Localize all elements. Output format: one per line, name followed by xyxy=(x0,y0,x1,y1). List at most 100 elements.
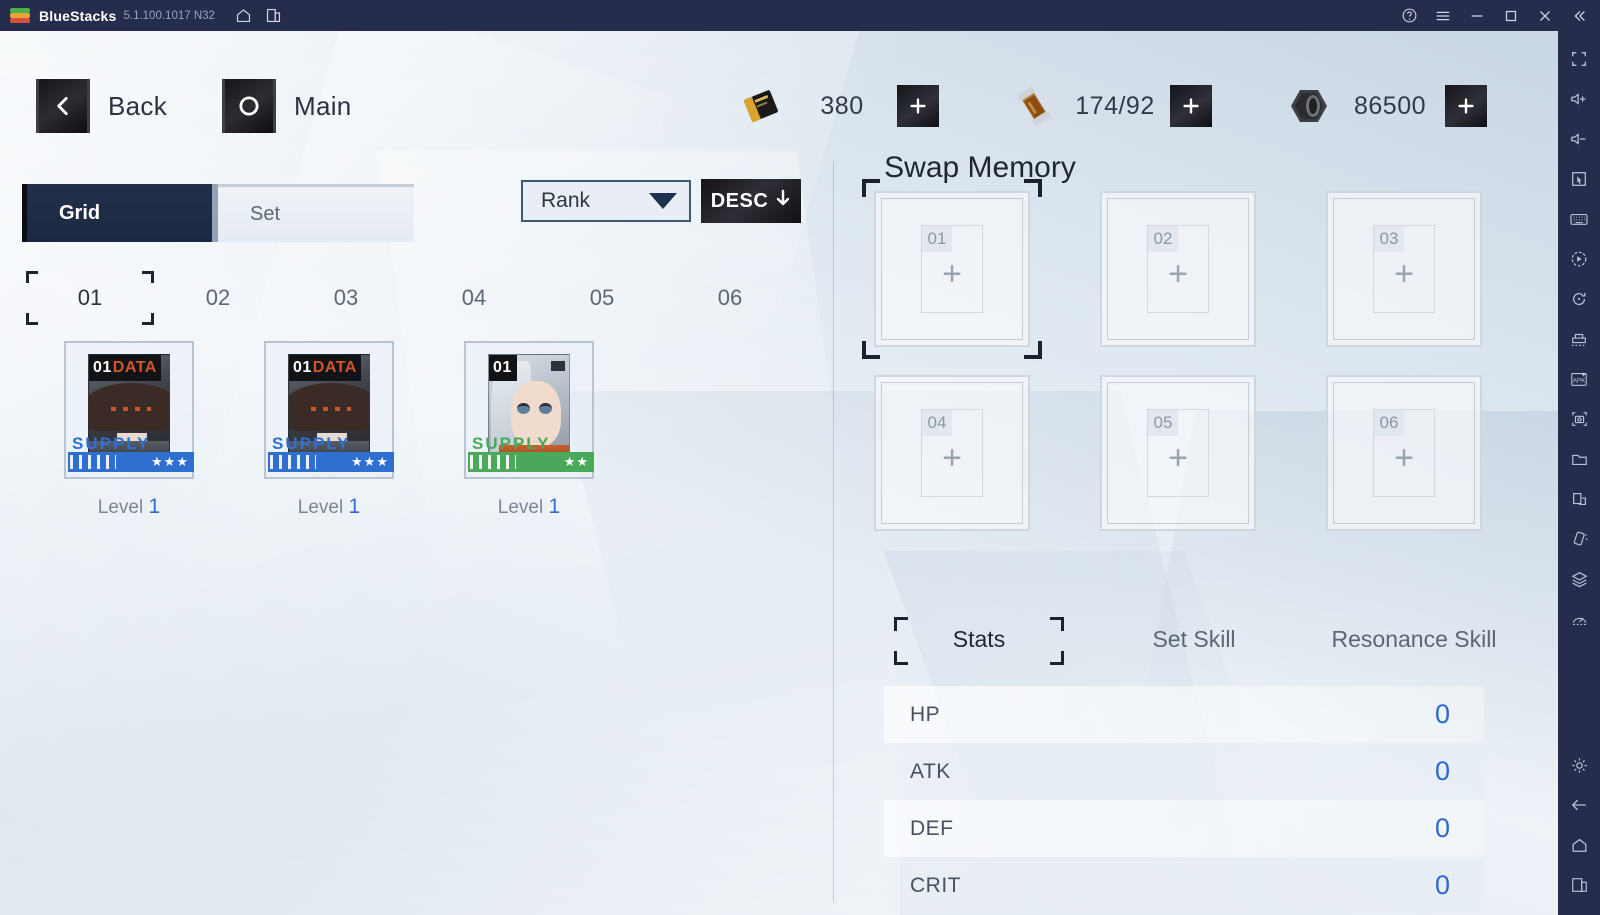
memory-card-rarity: SUPPLY ★★★ xyxy=(68,435,194,472)
settings-icon[interactable] xyxy=(1558,745,1600,785)
swap-slot-03-number: 03 xyxy=(1374,226,1404,252)
maximize-icon[interactable] xyxy=(1494,0,1528,31)
rarity-ticks xyxy=(70,455,116,469)
swap-slot-03[interactable]: 03 + xyxy=(1326,191,1482,347)
memory-card-badge-text: DATA xyxy=(312,359,357,376)
chevron-down-icon xyxy=(649,193,677,209)
swap-slot-02[interactable]: 02 + xyxy=(1100,191,1256,347)
multi-instance-manager-icon[interactable] xyxy=(1558,319,1600,359)
add-nut-button[interactable] xyxy=(1445,85,1487,127)
layers-icon[interactable] xyxy=(1558,559,1600,599)
memory-card-stars: ★★★ xyxy=(351,454,389,469)
copy-to-pc-icon[interactable] xyxy=(1558,479,1600,519)
bracket xyxy=(142,271,154,283)
page-title: Swap Memory xyxy=(884,151,1076,184)
close-icon[interactable] xyxy=(1528,0,1562,31)
tab-stats[interactable]: Stats xyxy=(884,611,1074,667)
swap-slot-04[interactable]: 04 + xyxy=(874,375,1030,531)
tab-set-skill[interactable]: Set Skill xyxy=(1104,611,1284,667)
help-icon[interactable] xyxy=(1392,0,1426,31)
slot-tab-01[interactable]: 01 xyxy=(26,271,154,325)
back-button[interactable]: Back xyxy=(36,79,167,133)
memory-card-level: Level 1 xyxy=(64,495,194,519)
android-recents-icon[interactable] xyxy=(1558,865,1600,905)
slot-number-tabs: 01 02 03 04 05 06 xyxy=(26,271,816,325)
swap-slot-card: 05 + xyxy=(1147,409,1209,497)
memory-card-badge-text: DATA xyxy=(112,359,157,376)
media-folder-icon[interactable] xyxy=(1558,439,1600,479)
app-window: BlueStacks 5.1.100.1017 N32 Back Main 38… xyxy=(0,0,1600,915)
app-name: BlueStacks xyxy=(39,7,117,24)
swap-slot-06-number: 06 xyxy=(1374,410,1404,436)
back-button-label: Back xyxy=(108,90,168,121)
plus-icon: + xyxy=(942,255,962,293)
plus-icon: + xyxy=(1168,255,1188,293)
tab-set[interactable]: Set xyxy=(218,184,414,242)
tab-set-label: Set xyxy=(250,203,281,225)
tab-grid[interactable]: Grid xyxy=(22,184,218,242)
multi-instance-icon[interactable] xyxy=(259,0,289,31)
volume-up-icon[interactable] xyxy=(1558,79,1600,119)
collapse-icon[interactable] xyxy=(1562,0,1596,31)
memory-card[interactable]: 01 SUPPLY ★★ Level 1 xyxy=(464,341,594,519)
slot-tab-05[interactable]: 05 xyxy=(538,271,666,325)
screenshot-icon[interactable] xyxy=(1558,399,1600,439)
art-shape xyxy=(517,403,530,414)
swap-slot-02-number: 02 xyxy=(1148,226,1178,252)
fullscreen-icon[interactable] xyxy=(1558,39,1600,79)
memory-card[interactable]: 01 DATA SUPPLY ★★★ Level 1 xyxy=(264,341,394,519)
stat-row: DEF 0 xyxy=(884,800,1484,857)
swap-slot-card: 03 + xyxy=(1373,225,1435,313)
stat-row: CRIT 0 xyxy=(884,857,1484,914)
svg-text:APK: APK xyxy=(1573,378,1586,385)
slot-tab-03[interactable]: 03 xyxy=(282,271,410,325)
stats-list: HP 0 ATK 0 DEF 0 CRIT 0 xyxy=(884,686,1484,914)
swap-slot-card: 02 + xyxy=(1147,225,1209,313)
shake-icon[interactable] xyxy=(1558,519,1600,559)
memory-card-rarity-bar: ★★★ xyxy=(268,452,394,472)
swap-slot-05[interactable]: 05 + xyxy=(1100,375,1256,531)
swap-slot-05-wrap: 05 + xyxy=(1100,375,1256,531)
memory-card-stars: ★★★ xyxy=(151,454,189,469)
menu-icon[interactable] xyxy=(1426,0,1460,31)
stat-name: DEF xyxy=(910,816,954,840)
volume-down-icon[interactable] xyxy=(1558,119,1600,159)
bracket xyxy=(1050,617,1064,631)
bluestacks-titlebar: BlueStacks 5.1.100.1017 N32 xyxy=(0,0,1600,31)
install-apk-icon[interactable]: APK xyxy=(1558,359,1600,399)
performance-icon[interactable] xyxy=(1558,599,1600,639)
currency-gold-card-value: 380 xyxy=(820,91,864,120)
android-back-icon[interactable] xyxy=(1558,785,1600,825)
home-icon[interactable] xyxy=(229,0,259,31)
cursor-icon[interactable] xyxy=(1558,159,1600,199)
bracket xyxy=(894,651,908,665)
slot-tab-06[interactable]: 06 xyxy=(666,271,794,325)
record-macro-icon[interactable] xyxy=(1558,239,1600,279)
memory-card-badge: 01 DATA xyxy=(289,355,361,381)
rotate-icon[interactable] xyxy=(1558,279,1600,319)
bluestacks-logo-icon xyxy=(10,6,30,26)
swap-slot-06[interactable]: 06 + xyxy=(1326,375,1482,531)
swap-slot-01[interactable]: 01 + xyxy=(874,191,1030,347)
add-vial-button[interactable] xyxy=(1170,85,1212,127)
slot-tab-02[interactable]: 02 xyxy=(154,271,282,325)
currency-vial-value: 174/92 xyxy=(1075,91,1155,120)
android-home-icon[interactable] xyxy=(1558,825,1600,865)
main-button[interactable]: Main xyxy=(222,79,352,133)
sort-direction-button[interactable]: DESC xyxy=(701,179,801,223)
swap-slot-06-wrap: 06 + xyxy=(1326,375,1482,531)
memory-card-frame: 01 SUPPLY ★★ xyxy=(464,341,594,479)
keyboard-controls-icon[interactable] xyxy=(1558,199,1600,239)
slot-tab-04[interactable]: 04 xyxy=(410,271,538,325)
bracket xyxy=(26,271,38,283)
plus-icon: + xyxy=(1168,439,1188,477)
plus-icon: + xyxy=(1394,439,1414,477)
minimize-icon[interactable] xyxy=(1460,0,1494,31)
add-gold-card-button[interactable] xyxy=(897,85,939,127)
currency-nut: 86500 xyxy=(1283,79,1487,133)
memory-card-level-label: Level xyxy=(297,497,344,518)
sort-field-dropdown[interactable]: Rank xyxy=(521,180,691,222)
tab-resonance-skill[interactable]: Resonance Skill xyxy=(1294,611,1534,667)
swap-memory-panel: Swap Memory 01 + 02 + 03 + 04 + 05 + 06 … xyxy=(834,146,1558,915)
memory-card[interactable]: 01 DATA SUPPLY ★★★ Level 1 xyxy=(64,341,194,519)
